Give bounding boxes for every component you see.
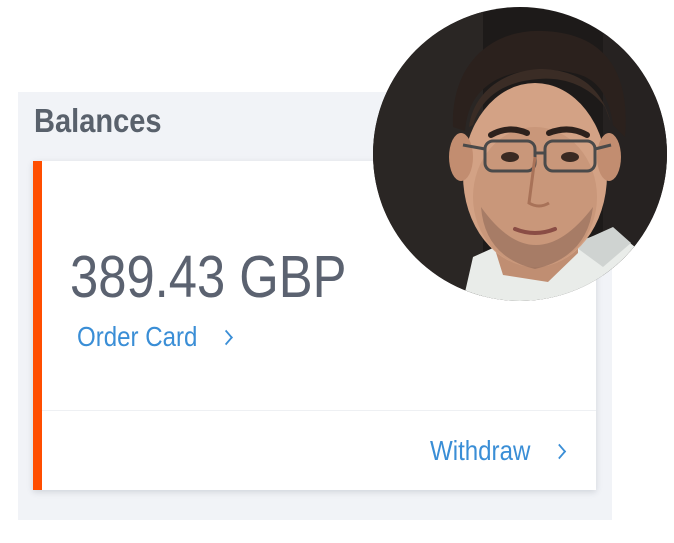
balance-amount: 389.43 GBP (70, 244, 347, 310)
avatar-portrait (373, 7, 667, 301)
balances-title: Balances (34, 102, 162, 139)
order-card-link[interactable]: Order Card (77, 321, 233, 353)
withdraw-link[interactable]: Withdraw (430, 435, 566, 467)
chevron-right-icon (552, 443, 566, 459)
chevron-right-icon (219, 329, 233, 345)
user-avatar (373, 7, 667, 301)
card-divider (42, 410, 596, 411)
card-accent-bar (33, 161, 42, 490)
order-card-label: Order Card (77, 321, 198, 352)
withdraw-label: Withdraw (430, 435, 531, 466)
